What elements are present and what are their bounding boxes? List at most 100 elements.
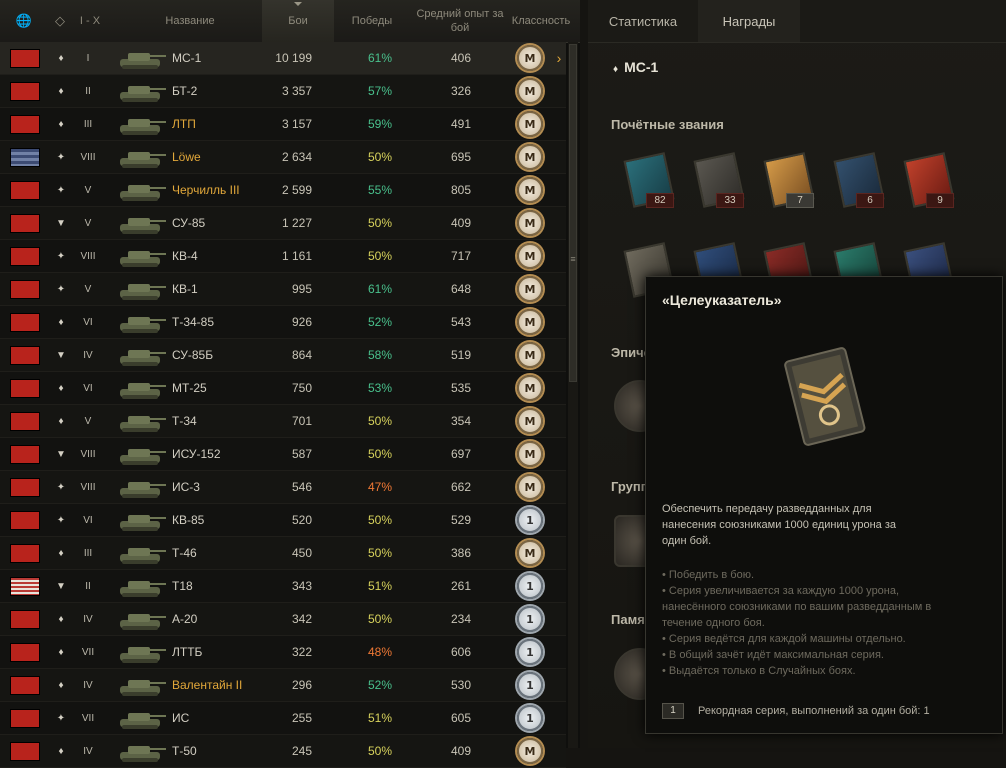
avg-xp-cell: 805 [450,183,472,197]
column-avg-xp-label: Средний опыт за бой [416,8,504,34]
table-row[interactable]: ✦ V КВ-1 995 61% 648 M [0,273,566,306]
table-scrollbar[interactable]: ≡ [568,42,578,748]
table-row[interactable]: ✦ VIII КВ-4 1 161 50% 717 M [0,240,566,273]
medal-honor-5[interactable]: 9 [902,152,955,208]
battles-cell: 343 [291,579,312,593]
mastery-badge-icon: M [517,177,543,203]
column-avg-xp-sort[interactable]: Средний опыт за бой [410,0,510,42]
column-wins-sort[interactable]: Победы [336,0,408,42]
tier-cell: IV [83,613,93,625]
tooltip-rule: В общий зачёт идёт максимальная серия. [662,647,962,663]
light-tank-icon: ♦ [613,64,619,75]
table-row[interactable]: ♦ IV Т-50 245 50% 409 M [0,735,566,768]
light-tank-icon: ♦ [58,52,64,64]
table-row[interactable]: ▼ VIII ИСУ-152 587 50% 697 M [0,438,566,471]
vehicle-name: ИС [172,711,190,725]
battles-cell: 3 157 [281,117,312,131]
column-battles-sort[interactable]: Бои [262,0,334,42]
column-type-sort[interactable]: ◇ [44,0,76,42]
vehicle-name: СУ-85Б [172,348,214,362]
table-row[interactable]: ♦ III Т-46 450 50% 386 M [0,537,566,570]
tier-cell: VII [81,712,95,724]
battles-cell: 245 [291,744,312,758]
table-row[interactable]: ♦ VII ЛТТБ 322 48% 606 1 [0,636,566,669]
column-mastery-sort[interactable]: Классность [510,0,572,42]
medal-honor-4[interactable]: 6 [832,152,885,208]
column-tier-sort[interactable]: I - X [78,0,102,42]
avg-xp-cell: 648 [450,282,472,296]
medal-honor-2[interactable]: 33 [692,152,745,208]
battles-cell: 255 [291,711,312,725]
nation-cell [10,405,40,437]
table-row[interactable]: ♦ VI МТ-25 750 53% 535 M [0,372,566,405]
award-tooltip: «Целеуказатель» Обеспечить передачу разв… [645,276,1003,734]
avg-xp-cell: 261 [450,579,472,593]
tab-awards[interactable]: Награды [698,0,800,42]
tier-cell: III [83,118,93,130]
battles-cell: 750 [291,381,312,395]
table-row[interactable]: ▼ V СУ-85 1 227 50% 409 M [0,207,566,240]
tab-awards-label: Награды [722,13,776,29]
table-row[interactable]: ✦ VIII Löwe 2 634 50% 695 M [0,141,566,174]
chevron-right-icon: › [556,50,562,66]
mastery-badge-icon: M [517,144,543,170]
vehicle-name: ИС-3 [172,480,200,494]
mastery-cell: M [515,240,545,272]
nation-cell [10,504,40,536]
tank-image-icon [114,405,170,437]
vehicle-name: КВ-1 [172,282,198,296]
tank-image-icon [114,603,170,635]
table-row[interactable]: ▼ IV СУ-85Б 864 58% 519 M [0,339,566,372]
table-row[interactable]: ♦ V Т-34 701 50% 354 M [0,405,566,438]
tank-image-icon [114,504,170,536]
table-row[interactable]: ♦ VI Т-34-85 926 52% 543 M [0,306,566,339]
tab-statistics[interactable]: Статистика [588,0,698,42]
table-row[interactable]: ✦ VI КВ-85 520 50% 529 1 [0,504,566,537]
vehicle-stats-table: 🌐 ◇ I - X Название Бои Победы Средний оп… [0,0,580,768]
avg-xp-cell: 530 [450,678,472,692]
table-row[interactable]: ♦ IV Валентайн II 296 52% 530 1 [0,669,566,702]
column-name-sort[interactable]: Название [140,0,240,42]
avg-xp-cell: 535 [450,381,472,395]
ussr-flag-icon [10,609,40,629]
table-row[interactable]: ▼ II T18 343 51% 261 1 [0,570,566,603]
nation-cell [10,537,40,569]
tooltip-rule: Победить в бою. [662,567,962,583]
medal-count: 33 [716,193,744,208]
column-mastery-label: Классность [511,15,571,27]
table-row[interactable]: ✦ V Черчилль III 2 599 55% 805 M [0,174,566,207]
nation-cell [10,603,40,635]
medal-honor-1[interactable]: 82 [622,152,675,208]
mastery-badge-icon: M [517,78,543,104]
vehicle-name: Т-46 [172,546,197,560]
tank-image-icon [114,141,170,173]
table-row[interactable]: ✦ VII ИС 255 51% 605 1 [0,702,566,735]
wins-cell: 52% [367,678,393,692]
mastery-badge-icon: 1 [517,672,543,698]
avg-xp-cell: 662 [450,480,472,494]
tier-cell: IV [83,349,93,361]
table-row[interactable]: ♦ I МС-1 10 199 61% 406 M › [0,42,566,75]
table-row[interactable]: ♦ IV А-20 342 50% 234 1 [0,603,566,636]
battles-cell: 2 634 [281,150,312,164]
tier-cell: VI [83,316,93,328]
mastery-badge-icon: M [517,540,543,566]
battles-cell: 322 [291,645,312,659]
medium-tank-icon: ♦ [58,316,64,328]
avg-xp-cell: 543 [450,315,472,329]
medal-honor-3[interactable]: 7 [762,152,815,208]
ussr-flag-icon [10,477,40,497]
mastery-cell: M [515,438,545,470]
avg-xp-cell: 234 [450,612,472,626]
mastery-cell: M [515,273,545,305]
table-row[interactable]: ✦ VIII ИС-3 546 47% 662 M [0,471,566,504]
mastery-badge-icon: M [517,738,543,764]
ussr-flag-icon [10,345,40,365]
light-tank-icon: ♦ [58,118,64,130]
avg-xp-cell: 529 [450,513,472,527]
table-row[interactable]: ♦ II БТ-2 3 357 57% 326 M [0,75,566,108]
table-row[interactable]: ♦ III ЛТП 3 157 59% 491 M [0,108,566,141]
mastery-cell: 1 [515,603,545,635]
scrollbar-thumb[interactable] [569,44,577,382]
column-nation-sort[interactable]: 🌐 [8,0,40,42]
